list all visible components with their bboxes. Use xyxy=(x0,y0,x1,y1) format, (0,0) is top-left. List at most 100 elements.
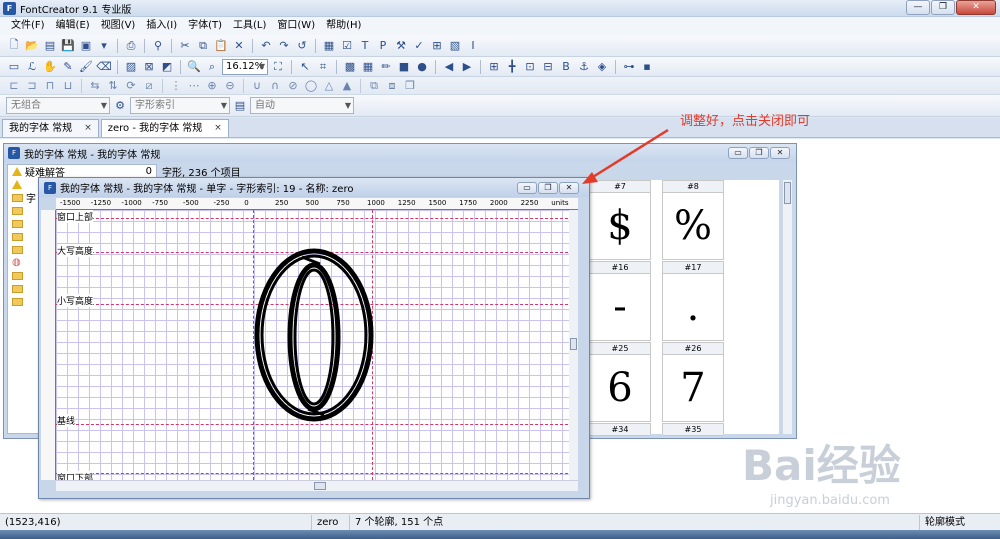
find-icon[interactable]: ⚲ xyxy=(150,38,166,54)
zoom-select[interactable]: 16.12% ▼ xyxy=(222,58,268,75)
bold-icon[interactable]: B xyxy=(558,59,574,75)
print-icon[interactable]: ⎙ xyxy=(123,38,139,54)
paste-style-icon[interactable]: ⧈ xyxy=(384,78,400,94)
menu-edit[interactable]: 编辑(E) xyxy=(51,17,95,35)
undo-icon[interactable]: ↶ xyxy=(258,38,274,54)
brush-icon[interactable]: 🖌 xyxy=(78,59,94,75)
glyph-cell[interactable]: #8% xyxy=(662,180,724,260)
glyph-cell[interactable]: #16- xyxy=(589,261,651,341)
glyph-index-select[interactable]: 字形索引 ▼ xyxy=(130,97,230,114)
validate-icon[interactable]: ☑ xyxy=(339,38,355,54)
editor-vertical-scrollbar[interactable] xyxy=(569,210,578,480)
delete-icon[interactable]: ✕ xyxy=(231,38,247,54)
fit-icon[interactable]: ⛶ xyxy=(270,59,286,75)
lasso-icon[interactable]: ℒ xyxy=(24,59,40,75)
skew-icon[interactable]: ⧄ xyxy=(141,78,157,94)
glyph-cell[interactable]: #26 7 xyxy=(662,342,724,422)
refresh-icon[interactable]: ↺ xyxy=(294,38,310,54)
select-icon[interactable]: ▭ xyxy=(6,59,22,75)
align-right-icon[interactable]: ⊓ xyxy=(42,78,58,94)
transform-icon[interactable]: ⊞ xyxy=(429,38,445,54)
metrics-icon[interactable]: ⊡ xyxy=(522,59,538,75)
pointer-icon[interactable]: ↖ xyxy=(297,59,313,75)
exclude-icon[interactable]: ⊘ xyxy=(285,78,301,94)
pencil-icon[interactable]: ✏ xyxy=(378,59,394,75)
editor-close-button[interactable]: ✕ xyxy=(559,182,579,194)
shape2-icon[interactable]: ▲ xyxy=(339,78,355,94)
close-tab-icon[interactable]: × xyxy=(84,120,92,137)
zoom-in-icon[interactable]: 🔍 xyxy=(186,59,202,75)
save-all-icon[interactable]: ▣ xyxy=(78,38,94,54)
tools-icon[interactable]: ⚒ xyxy=(393,38,409,54)
glyph-cell[interactable]: #25 6 xyxy=(589,342,651,422)
restore-button[interactable]: ❐ xyxy=(931,0,955,15)
guidelines-icon[interactable]: ╋ xyxy=(504,59,520,75)
shape-icon[interactable]: △ xyxy=(321,78,337,94)
next-glyph-icon[interactable]: ▶ xyxy=(459,59,475,75)
glyph-cell[interactable]: #34 xyxy=(589,423,651,436)
editor-horizontal-scrollbar[interactable] xyxy=(56,480,578,491)
intersect-icon[interactable]: ∩ xyxy=(267,78,283,94)
redo-icon[interactable]: ↷ xyxy=(276,38,292,54)
anchor-icon[interactable]: ⚓ xyxy=(576,59,592,75)
close-button[interactable]: ✕ xyxy=(770,147,790,159)
node-icon[interactable]: ⌗ xyxy=(315,59,331,75)
glyph-zero-outline[interactable] xyxy=(56,210,578,480)
grid-icon[interactable]: ⊞ xyxy=(486,59,502,75)
menu-file[interactable]: 文件(F) xyxy=(6,17,50,35)
ellipse-icon[interactable]: ● xyxy=(414,59,430,75)
outline-icon[interactable]: ◯ xyxy=(303,78,319,94)
check-icon[interactable]: ✓ xyxy=(411,38,427,54)
nodes-icon[interactable]: ⊶ xyxy=(621,59,637,75)
hand-icon[interactable]: ✋ xyxy=(42,59,58,75)
paste-icon[interactable]: 📋 xyxy=(213,38,229,54)
menu-tools[interactable]: 工具(L) xyxy=(228,17,271,35)
close-button[interactable]: ✕ xyxy=(956,0,996,15)
minimize-button[interactable]: ▭ xyxy=(728,147,748,159)
test-icon[interactable]: T xyxy=(357,38,373,54)
combine-icon[interactable]: ⊕ xyxy=(204,78,220,94)
align-top-icon[interactable]: ⊔ xyxy=(60,78,76,94)
flip-v-icon[interactable]: ⇅ xyxy=(105,78,121,94)
menu-view[interactable]: 视图(V) xyxy=(96,17,141,35)
glyph-cell[interactable]: #17. xyxy=(662,261,724,341)
pen-icon[interactable]: ✎ xyxy=(60,59,76,75)
color-icon[interactable]: ▪ xyxy=(639,59,655,75)
composite-select[interactable]: 无组合 ▼ xyxy=(6,97,110,114)
align-center-icon[interactable]: ⊐ xyxy=(24,78,40,94)
install-icon[interactable]: ▾ xyxy=(96,38,112,54)
hint-icon[interactable]: I xyxy=(465,38,481,54)
properties-icon[interactable]: ▦ xyxy=(321,38,337,54)
bitmap-icon[interactable]: ▦ xyxy=(360,59,376,75)
menu-font[interactable]: 字体(T) xyxy=(183,17,227,35)
prev-glyph-icon[interactable]: ◀ xyxy=(441,59,457,75)
zoom-out-icon[interactable]: ⌕ xyxy=(204,59,220,75)
minimize-button[interactable]: — xyxy=(906,0,930,15)
tab-font[interactable]: 我的字体 常规 × xyxy=(2,119,99,137)
settings-icon[interactable]: ⚙ xyxy=(112,98,128,114)
distribute-icon[interactable]: ⋮ xyxy=(168,78,184,94)
align-left-icon[interactable]: ⊏ xyxy=(6,78,22,94)
preview-icon[interactable]: P xyxy=(375,38,391,54)
spacing-icon[interactable]: ⋯ xyxy=(186,78,202,94)
export-icon[interactable]: ▧ xyxy=(447,38,463,54)
rect-icon[interactable]: ■ xyxy=(396,59,412,75)
glyph-grid-scrollbar[interactable] xyxy=(782,180,792,434)
menu-insert[interactable]: 插入(I) xyxy=(141,17,182,35)
flip-h-icon[interactable]: ⇆ xyxy=(87,78,103,94)
menu-window[interactable]: 窗口(W) xyxy=(272,17,320,35)
open-installed-icon[interactable]: ▤ xyxy=(42,38,58,54)
save-icon[interactable]: 💾 xyxy=(60,38,76,54)
grid-toggle-icon[interactable]: ⊠ xyxy=(141,59,157,75)
tab-glyph-zero[interactable]: zero - 我的字体 常规 × xyxy=(100,119,229,137)
fill-icon[interactable]: ◈ xyxy=(594,59,610,75)
open-icon[interactable]: 📂 xyxy=(24,38,40,54)
eraser-icon[interactable]: ⌫ xyxy=(96,59,112,75)
snap-icon[interactable]: ⊟ xyxy=(540,59,556,75)
restore-button[interactable]: ❐ xyxy=(749,147,769,159)
calendar-icon[interactable]: ▤ xyxy=(232,98,248,114)
copy-style-icon[interactable]: ⧉ xyxy=(366,78,382,94)
auto-select[interactable]: 自动 ▼ xyxy=(250,97,354,114)
menu-help[interactable]: 帮助(H) xyxy=(321,17,366,35)
chart-icon[interactable]: ◩ xyxy=(159,59,175,75)
